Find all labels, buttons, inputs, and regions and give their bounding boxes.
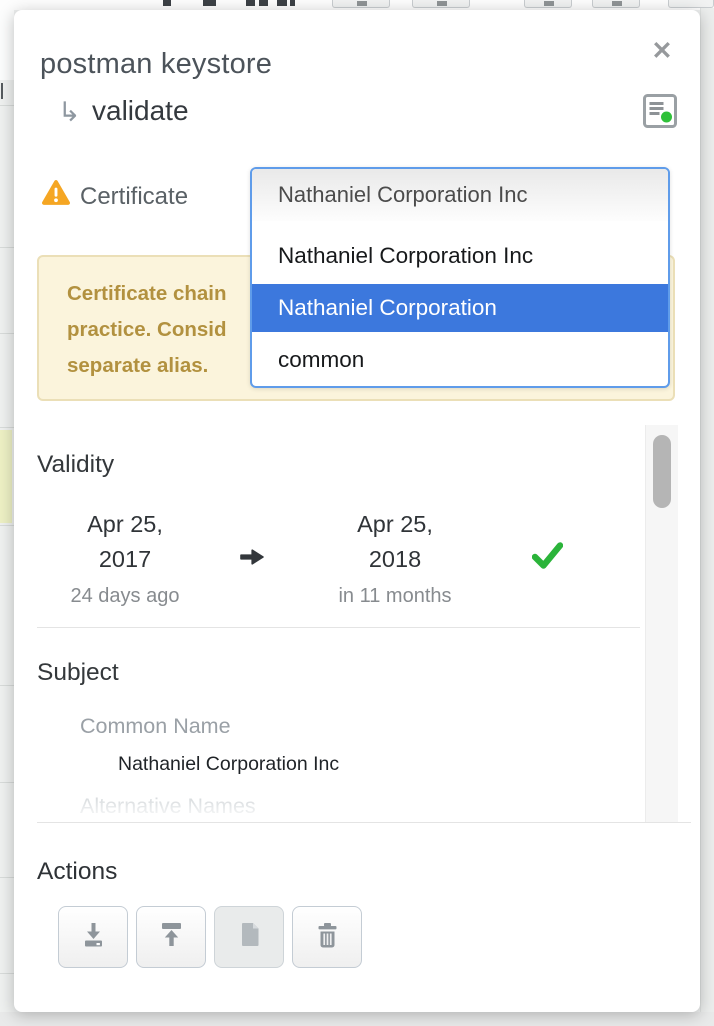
background-button-fragment bbox=[412, 0, 470, 8]
dropdown-option-highlighted[interactable]: Nathaniel Corporation bbox=[252, 284, 668, 332]
background-glyph-fragment bbox=[163, 0, 171, 6]
download-icon bbox=[80, 921, 107, 953]
scrollbar-thumb[interactable] bbox=[653, 435, 671, 508]
upload-button[interactable] bbox=[136, 906, 206, 968]
background-row-line bbox=[0, 685, 14, 686]
certificate-dropdown: Nathaniel Corporation Inc Nathaniel Corp… bbox=[250, 167, 670, 388]
validity-heading: Validity bbox=[37, 449, 114, 481]
scrollbar-track[interactable] bbox=[645, 425, 678, 822]
background-row-line bbox=[0, 247, 14, 248]
valid-to-line1: Apr 25, bbox=[315, 507, 475, 542]
actions-heading: Actions bbox=[37, 856, 117, 888]
close-button[interactable]: ✕ bbox=[644, 34, 680, 68]
export-file-button[interactable] bbox=[214, 906, 284, 968]
certificate-badge-icon bbox=[643, 94, 677, 128]
background-glyph-fragment bbox=[203, 0, 216, 6]
file-icon bbox=[236, 921, 263, 953]
page-background: postman keystore ↳ validate ✕ Certificat… bbox=[0, 0, 714, 1026]
modal-title: postman keystore bbox=[40, 46, 272, 82]
background-bottom-strip bbox=[0, 1012, 714, 1026]
valid-check-icon bbox=[532, 542, 563, 570]
certificate-modal: postman keystore ↳ validate ✕ Certificat… bbox=[14, 10, 700, 1012]
delete-button[interactable] bbox=[292, 906, 362, 968]
background-glyph-fragment bbox=[259, 0, 268, 6]
valid-from-relative: 24 days ago bbox=[45, 583, 205, 609]
background-row-line bbox=[0, 877, 14, 878]
background-button-fragment bbox=[668, 0, 714, 8]
background-row-line bbox=[0, 525, 14, 526]
modal-subtitle: validate bbox=[92, 93, 189, 129]
subtree-arrow-icon: ↳ bbox=[58, 94, 81, 130]
common-name-value: Nathaniel Corporation Inc bbox=[118, 751, 339, 777]
download-button[interactable] bbox=[58, 906, 128, 968]
valid-to-line2: 2018 bbox=[315, 542, 475, 577]
background-right-strip bbox=[700, 8, 714, 1026]
common-name-label: Common Name bbox=[80, 712, 231, 740]
background-button-fragment bbox=[592, 0, 640, 8]
background-row-line bbox=[0, 427, 14, 428]
certificate-label: Certificate bbox=[80, 181, 188, 213]
background-row-line bbox=[0, 782, 14, 783]
background-button-fragment bbox=[332, 0, 390, 8]
background-glyph-fragment bbox=[277, 0, 287, 6]
arrow-right-icon bbox=[239, 546, 265, 568]
background-button-fragment bbox=[524, 0, 572, 8]
background-highlighted-row-fragment bbox=[0, 430, 12, 523]
section-divider bbox=[37, 627, 640, 628]
background-glyph-fragment bbox=[246, 0, 255, 6]
trash-icon bbox=[314, 921, 341, 954]
valid-to-relative: in 11 months bbox=[315, 583, 475, 609]
certificate-select[interactable]: Nathaniel Corporation Inc bbox=[252, 169, 668, 221]
valid-to-date: Apr 25, 2018 in 11 months bbox=[315, 507, 475, 609]
background-row-line bbox=[0, 333, 14, 334]
valid-from-line2: 2017 bbox=[45, 542, 205, 577]
dropdown-option[interactable]: Nathaniel Corporation Inc bbox=[252, 232, 668, 280]
valid-from-line1: Apr 25, bbox=[45, 507, 205, 542]
certificate-details-scroll: Validity Apr 25, 2017 24 days ago Apr 25… bbox=[37, 425, 691, 823]
subject-heading: Subject bbox=[37, 657, 119, 689]
background-row-line bbox=[0, 973, 14, 974]
valid-from-date: Apr 25, 2017 24 days ago bbox=[45, 507, 205, 609]
background-glyph-fragment bbox=[290, 0, 295, 6]
background-row-line bbox=[0, 105, 14, 106]
alternative-names-label: Alternative Names bbox=[80, 792, 256, 820]
upload-icon bbox=[158, 921, 185, 953]
dropdown-option[interactable]: common bbox=[252, 336, 668, 384]
background-cursor-fragment bbox=[1, 83, 3, 99]
warning-triangle-icon bbox=[41, 179, 71, 206]
background-left-strip-top bbox=[0, 10, 14, 80]
